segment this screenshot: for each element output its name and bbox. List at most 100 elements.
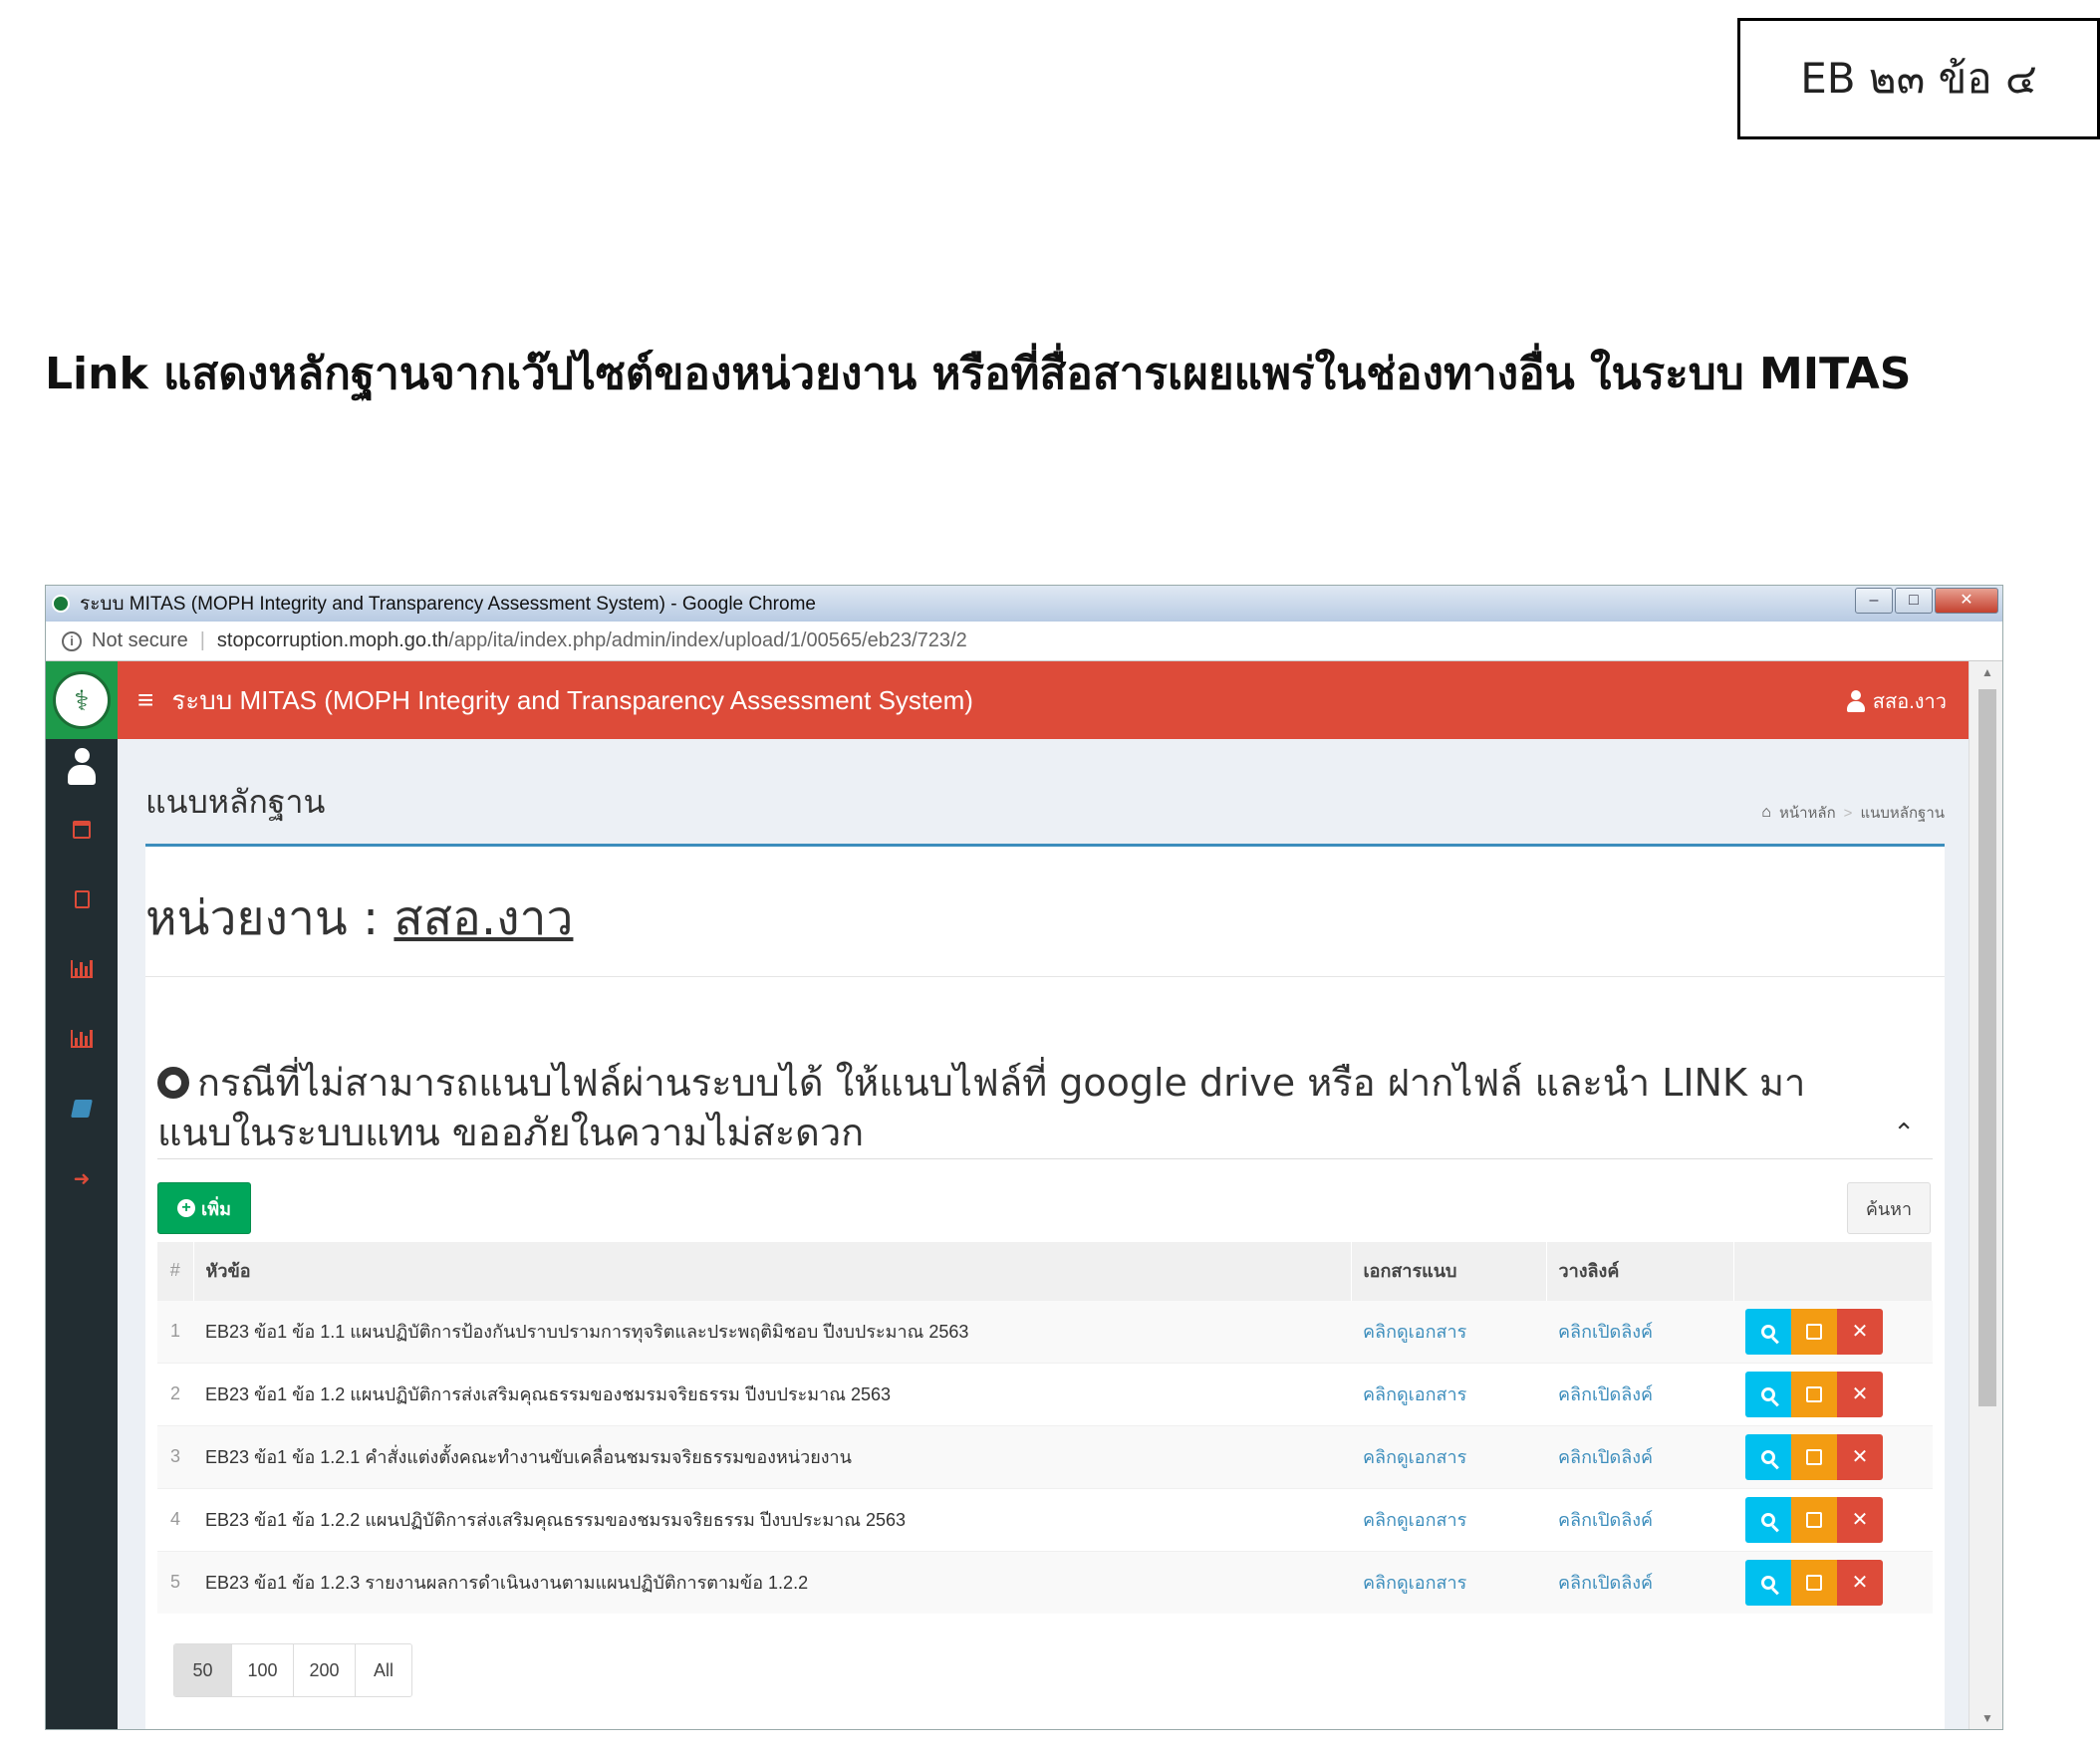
edit-button[interactable] xyxy=(1791,1371,1837,1417)
row-topic: EB23 ข้อ1 ข้อ 1.2.1 คำสั่งแต่งตั้งคณะทำง… xyxy=(193,1424,1351,1488)
search-icon xyxy=(1761,1386,1775,1401)
app-header: ⚕ ≡ ระบบ MITAS (MOPH Integrity and Trans… xyxy=(46,661,1969,739)
add-button[interactable]: + เพิ่ม xyxy=(157,1182,251,1234)
page-size-all[interactable]: All xyxy=(356,1644,411,1696)
row-topic: EB23 ข้อ1 ข้อ 1.1 แผนปฏิบัติการป้องกันปร… xyxy=(193,1299,1351,1363)
app-icon xyxy=(52,595,70,613)
document-heading: Link แสดงหลักฐานจากเว๊ปไซต์ของหน่วยงาน ห… xyxy=(45,349,1912,399)
view-button[interactable] xyxy=(1745,1308,1791,1355)
breadcrumb-home[interactable]: หน้าหลัก xyxy=(1779,801,1836,825)
column-header-topic[interactable]: หัวข้อ xyxy=(193,1242,1352,1300)
edit-icon xyxy=(1806,1323,1822,1340)
delete-button[interactable]: ✕ xyxy=(1837,1433,1883,1480)
url-path[interactable]: /app/ita/index.php/admin/index/upload/1/… xyxy=(448,629,966,652)
restore-button[interactable]: □ xyxy=(1895,588,1933,614)
book-icon xyxy=(71,1100,93,1118)
collapse-chevron-icon[interactable]: ⌃ xyxy=(1893,1118,1915,1148)
plus-circle-icon: + xyxy=(177,1199,196,1217)
scroll-down-icon[interactable]: ▼ xyxy=(1981,1711,1993,1725)
evidence-table: # หัวข้อ เอกสารแนบ วางลิงค์ 1 EB23 ข้อ1 … xyxy=(157,1242,1933,1614)
sidebar-item-report-2[interactable] xyxy=(46,1004,118,1074)
open-link[interactable]: คลิกเปิดลิงค์ xyxy=(1558,1447,1653,1467)
edit-button[interactable] xyxy=(1791,1496,1837,1543)
security-label: Not secure xyxy=(92,629,188,651)
minimize-button[interactable]: – xyxy=(1855,588,1893,614)
bar-chart-icon xyxy=(71,1030,93,1048)
row-index: 3 xyxy=(157,1424,193,1488)
unit-name[interactable]: สสอ.งาว xyxy=(394,890,573,946)
view-document-link[interactable]: คลิกดูเอกสาร xyxy=(1363,1510,1466,1530)
logout-icon: ➜ xyxy=(73,1167,91,1190)
scrollbar-thumb[interactable] xyxy=(1978,689,1996,1406)
row-topic: EB23 ข้อ1 ข้อ 1.2.3 รายงานผลการดำเนินงาน… xyxy=(193,1550,1351,1614)
close-window-button[interactable]: ✕ xyxy=(1935,588,1998,614)
document-tag: EB ๒๓ ข้อ ๔ xyxy=(1800,54,2037,103)
moph-logo[interactable]: ⚕ xyxy=(46,661,118,739)
user-icon xyxy=(1846,690,1865,712)
view-document-link[interactable]: คลิกดูเอกสาร xyxy=(1363,1322,1466,1342)
delete-button[interactable]: ✕ xyxy=(1837,1371,1883,1417)
delete-button[interactable]: ✕ xyxy=(1837,1308,1883,1355)
sidebar-item-logout[interactable]: ➜ xyxy=(46,1143,118,1213)
scroll-up-icon[interactable]: ▲ xyxy=(1981,665,1993,679)
table-row: 5 EB23 ข้อ1 ข้อ 1.2.3 รายงานผลการดำเนินง… xyxy=(157,1550,1933,1614)
gear-icon xyxy=(157,1067,189,1099)
edit-button[interactable] xyxy=(1791,1559,1837,1606)
column-header-actions xyxy=(1733,1242,1933,1300)
home-icon[interactable]: ⌂ xyxy=(1761,804,1771,822)
view-button[interactable] xyxy=(1745,1433,1791,1480)
edit-button[interactable] xyxy=(1791,1308,1837,1355)
view-document-link[interactable]: คลิกดูเอกสาร xyxy=(1363,1384,1466,1404)
row-actions: ✕ xyxy=(1745,1496,1933,1543)
page-size-selector: 50 100 200 All xyxy=(173,1643,412,1697)
sidebar-item-report-1[interactable] xyxy=(46,934,118,1004)
address-bar[interactable]: i Not secure | stopcorruption.moph.go.th… xyxy=(46,622,2002,661)
sidebar-item-calendar[interactable] xyxy=(46,795,118,865)
edit-button[interactable] xyxy=(1791,1433,1837,1480)
url-domain[interactable]: stopcorruption.moph.go.th xyxy=(217,629,448,652)
view-button[interactable] xyxy=(1745,1496,1791,1543)
search-icon xyxy=(1761,1575,1775,1590)
view-document-link[interactable]: คลิกดูเอกสาร xyxy=(1363,1573,1466,1593)
document-icon xyxy=(74,890,90,908)
sidebar-item-profile[interactable] xyxy=(46,739,118,795)
sidebar-item-book[interactable] xyxy=(46,1074,118,1143)
add-button-label: เพิ่ม xyxy=(201,1198,231,1219)
user-avatar-icon xyxy=(67,748,97,786)
open-link[interactable]: คลิกเปิดลิงค์ xyxy=(1558,1384,1653,1404)
open-link[interactable]: คลิกเปิดลิงค์ xyxy=(1558,1510,1653,1530)
hamburger-menu-icon[interactable]: ≡ xyxy=(137,684,153,716)
view-button[interactable] xyxy=(1745,1559,1791,1606)
bar-chart-icon xyxy=(71,960,93,978)
page-size-200[interactable]: 200 xyxy=(294,1644,356,1696)
user-menu[interactable]: สสอ.งาว xyxy=(1846,685,1947,717)
info-icon[interactable]: i xyxy=(62,630,82,651)
column-header-document[interactable]: เอกสารแนบ xyxy=(1351,1242,1547,1300)
search-button[interactable]: ค้นหา xyxy=(1847,1182,1931,1234)
vertical-scrollbar[interactable]: ▲ ▼ xyxy=(1969,661,2002,1729)
row-actions: ✕ xyxy=(1745,1308,1933,1355)
browser-screenshot: ระบบ MITAS (MOPH Integrity and Transpare… xyxy=(45,585,2003,1730)
evidence-panel: หน่วยงาน : สสอ.งาว กรณีที่ไม่สามารถแนบไฟ… xyxy=(145,844,1945,1729)
window-titlebar: ระบบ MITAS (MOPH Integrity and Transpare… xyxy=(46,586,2002,622)
table-row: 3 EB23 ข้อ1 ข้อ 1.2.1 คำสั่งแต่งตั้งคณะท… xyxy=(157,1424,1933,1488)
view-document-link[interactable]: คลิกดูเอกสาร xyxy=(1363,1447,1466,1467)
view-button[interactable] xyxy=(1745,1371,1791,1417)
open-link[interactable]: คลิกเปิดลิงค์ xyxy=(1558,1573,1653,1593)
table-row: 4 EB23 ข้อ1 ข้อ 1.2.2 แผนปฏิบัติการส่งเส… xyxy=(157,1487,1933,1551)
logo-emblem-icon: ⚕ xyxy=(53,671,111,729)
column-header-link[interactable]: วางลิงค์ xyxy=(1546,1242,1734,1300)
edit-icon xyxy=(1806,1574,1822,1591)
page-size-50[interactable]: 50 xyxy=(174,1644,232,1696)
sidebar-item-document[interactable] xyxy=(46,865,118,934)
row-topic: EB23 ข้อ1 ข้อ 1.2 แผนปฏิบัติการส่งเสริมค… xyxy=(193,1362,1351,1425)
column-header-index[interactable]: # xyxy=(157,1242,194,1300)
page-size-100[interactable]: 100 xyxy=(232,1644,294,1696)
delete-button[interactable]: ✕ xyxy=(1837,1559,1883,1606)
row-topic: EB23 ข้อ1 ข้อ 1.2.2 แผนปฏิบัติการส่งเสริ… xyxy=(193,1487,1351,1551)
document-tag-box: EB ๒๓ ข้อ ๔ xyxy=(1737,18,2100,139)
edit-icon xyxy=(1806,1511,1822,1528)
panel-divider xyxy=(145,976,1945,977)
open-link[interactable]: คลิกเปิดลิงค์ xyxy=(1558,1322,1653,1342)
delete-button[interactable]: ✕ xyxy=(1837,1496,1883,1543)
